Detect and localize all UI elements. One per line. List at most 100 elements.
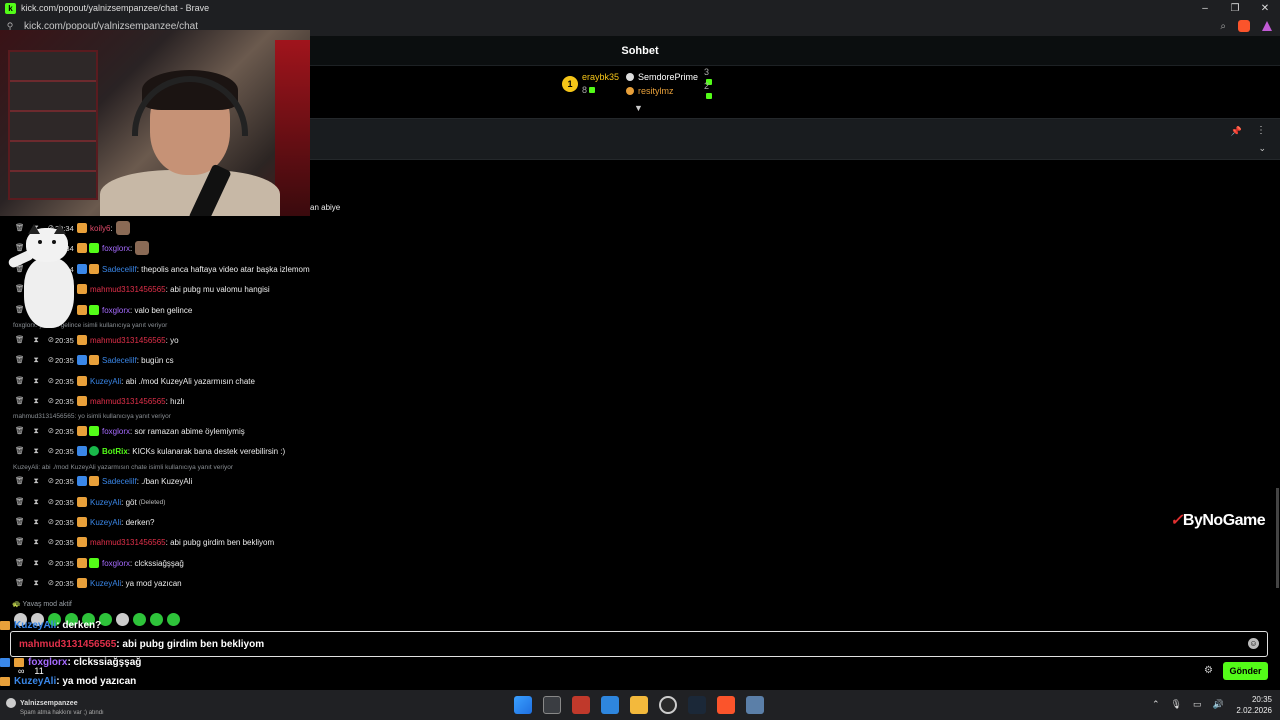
cat-ear (54, 224, 66, 234)
message-username[interactable]: KuzeyAli (90, 498, 121, 507)
trash-icon[interactable]: 🗑 (15, 376, 25, 386)
timeout-icon[interactable]: ⧗ (34, 476, 39, 486)
timeout-icon[interactable]: ⧗ (34, 426, 39, 436)
slow-mode-status: 🐢 Yavaş mod aktif (12, 600, 72, 608)
ban-icon[interactable]: ⊘ (48, 558, 54, 568)
timeout-icon[interactable]: ⧗ (34, 376, 39, 386)
message-username[interactable]: Sadecelilf (102, 356, 137, 365)
ban-icon[interactable]: ⊘ (48, 376, 54, 386)
more-vertical-icon[interactable]: ⋮ (1256, 125, 1266, 136)
ban-icon[interactable]: ⊘ (48, 476, 54, 486)
message-username[interactable]: mahmud3131456565 (90, 285, 166, 294)
emote-button[interactable] (116, 613, 129, 626)
scrollbar[interactable] (1276, 488, 1279, 588)
emoji-picker-icon[interactable]: ☺ (1248, 638, 1259, 649)
ban-icon[interactable]: ⊘ (48, 517, 54, 527)
message-username[interactable]: mahmud3131456565 (90, 538, 166, 547)
timeout-icon[interactable]: ⧗ (34, 446, 39, 456)
leaderboard-row[interactable]: SemdorePrime 3 (626, 67, 712, 85)
reply-context[interactable]: mahmud3131456565: yo isimli kullanıcıya … (13, 413, 171, 420)
ban-icon[interactable]: ⊘ (48, 396, 54, 406)
other-app-icon[interactable] (746, 696, 764, 714)
ban-icon[interactable]: ⊘ (48, 426, 54, 436)
message-username[interactable]: foxglorx (102, 427, 130, 436)
message-username[interactable]: mahmud3131456565 (90, 336, 166, 345)
message-username[interactable]: KuzeyAli (90, 579, 121, 588)
tray-volume-icon[interactable]: 🔊 (1213, 699, 1224, 710)
message-text: : sor ramazan abime öylemiymiş (130, 426, 245, 436)
timeout-icon[interactable]: ⧗ (34, 396, 39, 406)
timeout-icon[interactable]: ⧗ (34, 578, 39, 588)
restore-button[interactable]: ❐ (1220, 3, 1250, 14)
infinity-stat: ∞ (18, 666, 25, 676)
trash-icon[interactable]: 🗑 (15, 446, 25, 456)
snipping-tool-icon[interactable] (572, 696, 590, 714)
trash-icon[interactable]: 🗑 (15, 497, 25, 507)
trash-icon[interactable]: 🗑 (15, 578, 25, 588)
emote-image (115, 221, 130, 235)
tray-microphone-icon[interactable]: 🎙 (1171, 699, 1182, 710)
windows-start-icon[interactable] (514, 696, 532, 714)
task-view-icon[interactable] (543, 696, 561, 714)
message-username[interactable]: koily6 (90, 224, 110, 233)
pin-icon[interactable]: 📌 (1231, 126, 1242, 137)
ban-icon[interactable]: ⊘ (48, 578, 54, 588)
reply-context[interactable]: KuzeyAli: abi ./mod KuzeyAli yazarmısın … (13, 464, 233, 471)
timeout-icon[interactable]: ⧗ (34, 355, 39, 365)
kicks-icon (589, 87, 596, 93)
sub-badge-icon (89, 426, 99, 436)
trash-icon[interactable]: 🗑 (15, 355, 25, 365)
leaderboard-name: resitylmz (638, 86, 674, 96)
trash-icon[interactable]: 🗑 (15, 426, 25, 436)
brave-icon[interactable] (717, 696, 735, 714)
chat-settings-gear-icon[interactable]: ⚙ (1204, 665, 1213, 676)
tray-display-icon[interactable]: ▭ (1193, 699, 1202, 710)
taskbar-clock[interactable]: 20:35 2.02.2026 (1228, 694, 1272, 716)
chat-message: 🗑 ⧗ ⊘ 20:35 KuzeyAli : abi ./mod KuzeyAli … (0, 374, 255, 388)
obs-icon[interactable] (659, 696, 677, 714)
message-username[interactable]: KuzeyAli (90, 377, 121, 386)
message-username[interactable]: foxglorx (102, 559, 130, 568)
steam-icon[interactable] (688, 696, 706, 714)
timeout-icon[interactable]: ⧗ (34, 537, 39, 547)
trash-icon[interactable]: 🗑 (15, 476, 25, 486)
timeout-icon[interactable]: ⧗ (34, 558, 39, 568)
leaderboard-row[interactable]: resitylmz 2 (626, 81, 712, 99)
zoom-icon[interactable]: ⌕ (1220, 21, 1226, 32)
photos-icon[interactable] (601, 696, 619, 714)
file-explorer-icon[interactable] (630, 696, 648, 714)
timeout-icon[interactable]: ⧗ (34, 497, 39, 507)
taskbar-widget[interactable]: Yalnizsempanzee Spam atma hakkını var ;)… (6, 698, 104, 718)
message-username[interactable]: KuzeyAli (90, 518, 121, 527)
timeout-icon[interactable]: ⧗ (34, 517, 39, 527)
tray-chevron-up-icon[interactable]: ⌃ (1152, 699, 1160, 710)
brave-rewards-icon[interactable] (1262, 21, 1272, 31)
og-badge-icon (77, 517, 87, 527)
close-button[interactable]: ✕ (1250, 3, 1280, 14)
message-username[interactable]: mahmud3131456565 (90, 397, 166, 406)
trash-icon[interactable]: 🗑 (15, 558, 25, 568)
minimize-button[interactable]: – (1190, 3, 1220, 14)
leaderboard-first-name[interactable]: eraybk35 (582, 72, 619, 82)
ban-icon[interactable]: ⊘ (48, 355, 54, 365)
emote-button[interactable] (167, 613, 180, 626)
message-username[interactable]: BotRix (102, 447, 128, 456)
ban-icon[interactable]: ⊘ (48, 497, 54, 507)
trash-icon[interactable]: 🗑 (15, 396, 25, 406)
message-username[interactable]: foxglorx (102, 244, 130, 253)
message-username[interactable]: Sadecelilf (102, 477, 137, 486)
message-username[interactable]: foxglorx (102, 306, 130, 315)
pinned-message-bar[interactable]: 📌 ⋮ ⌄ (310, 118, 1280, 160)
emote-button[interactable] (150, 613, 163, 626)
chat-message-input[interactable]: mahmud3131456565 : abi pubg girdim ben b… (10, 631, 1268, 657)
trash-icon[interactable]: 🗑 (15, 517, 25, 527)
message-username[interactable]: Sadecelilf (102, 265, 137, 274)
ban-icon[interactable]: ⊘ (48, 537, 54, 547)
emote-button[interactable] (133, 613, 146, 626)
scroll-down-icon[interactable]: ▼ (634, 103, 643, 113)
chevron-down-icon[interactable]: ⌄ (1258, 143, 1266, 154)
ban-icon[interactable]: ⊘ (48, 446, 54, 456)
send-button[interactable]: Gönder (1223, 662, 1268, 680)
trash-icon[interactable]: 🗑 (15, 537, 25, 547)
brave-shields-icon[interactable] (1238, 20, 1250, 32)
